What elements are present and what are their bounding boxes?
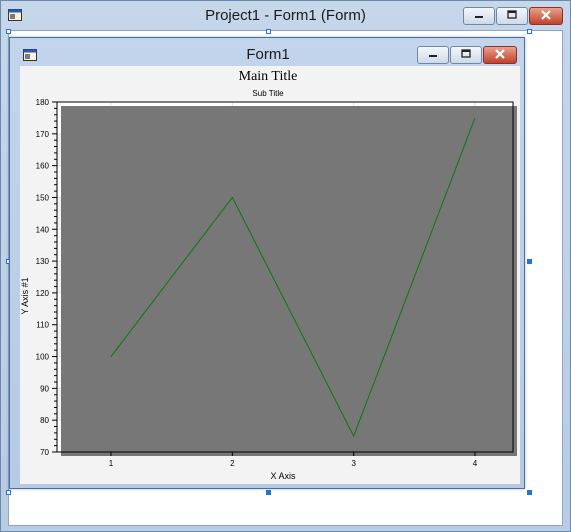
y-axis-label: Y Axis #1 bbox=[20, 277, 30, 314]
y-tick-label: 130 bbox=[36, 257, 50, 266]
y-tick-label: 170 bbox=[36, 130, 50, 139]
form-maximize-button[interactable] bbox=[450, 46, 482, 64]
y-tick-label: 70 bbox=[40, 448, 49, 457]
form-close-button[interactable] bbox=[483, 46, 517, 64]
resize-handle bbox=[266, 29, 271, 34]
chart-title: Main Title bbox=[239, 69, 298, 84]
x-tick-label: 4 bbox=[473, 459, 478, 468]
y-tick-label: 100 bbox=[36, 353, 50, 362]
x-tick-label: 3 bbox=[351, 459, 356, 468]
designer-title-bar[interactable]: Project1 - Form1 (Form) bbox=[0, 0, 571, 30]
maximize-icon bbox=[507, 10, 517, 19]
minimize-icon bbox=[429, 55, 437, 57]
resize-handle[interactable] bbox=[266, 490, 271, 495]
y-tick-label: 140 bbox=[36, 225, 50, 234]
x-tick-label: 1 bbox=[109, 459, 114, 468]
y-tick-label: 150 bbox=[36, 193, 50, 202]
y-tick-label: 110 bbox=[36, 321, 49, 330]
close-icon bbox=[495, 49, 505, 59]
chart-subtitle: Sub Title bbox=[252, 89, 284, 98]
y-tick-label: 90 bbox=[40, 384, 49, 393]
maximize-icon bbox=[461, 49, 471, 58]
minimize-icon bbox=[475, 16, 483, 18]
x-axis-label: X Axis bbox=[270, 471, 296, 481]
resize-handle bbox=[527, 29, 532, 34]
y-tick-label: 120 bbox=[36, 289, 50, 298]
resize-handle[interactable] bbox=[527, 490, 532, 495]
y-tick-label: 80 bbox=[40, 416, 49, 425]
line-chart[interactable]: 70 80 90 100 110 120 130 140 150 160 170 180 1 2 3 4 M… bbox=[20, 66, 520, 484]
y-tick-label: 160 bbox=[36, 162, 50, 171]
close-button[interactable] bbox=[529, 7, 563, 25]
resize-handle bbox=[6, 29, 11, 34]
close-icon bbox=[541, 10, 551, 20]
minimize-button[interactable] bbox=[463, 7, 495, 25]
form-minimize-button[interactable] bbox=[417, 46, 449, 64]
plot-shadow bbox=[61, 106, 517, 456]
x-tick-label: 2 bbox=[230, 459, 235, 468]
y-tick-label: 180 bbox=[36, 98, 50, 107]
maximize-button[interactable] bbox=[496, 7, 528, 25]
resize-handle bbox=[6, 490, 11, 495]
resize-handle[interactable] bbox=[527, 259, 532, 264]
